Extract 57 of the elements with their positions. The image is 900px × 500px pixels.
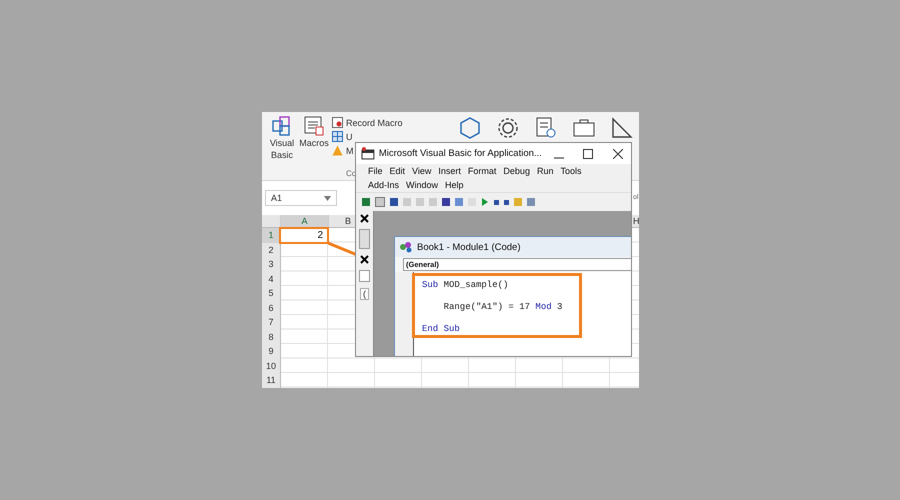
code-line: End Sub — [422, 324, 460, 334]
ribbon-button[interactable]: Macros — [298, 115, 330, 149]
row-header[interactable]: 5 — [262, 286, 280, 300]
menu-item[interactable]: Run — [536, 166, 554, 176]
gear-icon[interactable] — [496, 116, 520, 140]
menu-item[interactable]: Insert — [438, 166, 461, 176]
menu-item[interactable]: Window — [406, 180, 438, 190]
warning-icon[interactable] — [332, 145, 343, 156]
app-icon — [361, 147, 375, 160]
close-icon[interactable] — [360, 255, 369, 264]
record-icon[interactable] — [332, 117, 343, 128]
menu-item[interactable]: View — [412, 166, 432, 176]
column-header[interactable]: B — [345, 214, 352, 228]
row-header[interactable]: 6 — [262, 300, 280, 315]
close-icon[interactable] — [360, 214, 369, 223]
code-line: Sub MOD_sample() — [422, 280, 508, 290]
dropdown[interactable] — [359, 270, 370, 282]
document-gear-icon[interactable] — [534, 116, 558, 140]
column-header[interactable]: H — [633, 216, 639, 226]
column-header[interactable]: A — [281, 214, 329, 228]
highlighted-cell: 2 — [279, 227, 329, 244]
menu-item[interactable]: Format — [468, 166, 496, 176]
maximize-icon[interactable] — [583, 148, 594, 158]
play-icon[interactable] — [481, 198, 489, 206]
relative-references-command[interactable]: U — [346, 132, 352, 142]
record-macro-command[interactable]: Record Macro — [346, 118, 403, 128]
menu-item[interactable]: File — [368, 166, 383, 176]
code-line: Range("A1") = 17 Mod 3 — [442, 302, 562, 312]
caret-icon — [324, 196, 331, 200]
macro-security-command[interactable]: M — [346, 146, 354, 156]
row-header[interactable]: 10 — [262, 358, 280, 373]
row-header[interactable]: 11 — [262, 373, 280, 388]
table-icon[interactable] — [332, 131, 343, 142]
close-icon[interactable] — [613, 148, 624, 158]
row-header[interactable]: 7 — [262, 315, 280, 330]
menu-item[interactable]: Tools — [560, 166, 582, 176]
row-header[interactable]: 2 — [262, 242, 280, 257]
row-header[interactable]: 8 — [262, 330, 280, 344]
module-icon — [399, 241, 413, 253]
scrollbar[interactable] — [359, 229, 370, 249]
row-header[interactable]: 3 — [262, 257, 280, 272]
ruler-triangle-icon[interactable] — [610, 116, 634, 140]
menu-item[interactable]: Edit — [390, 166, 406, 176]
name-box[interactable]: A1 — [265, 190, 337, 206]
window-title: Book1 - Module1 (Code) — [417, 242, 520, 252]
ribbon-button[interactable]: Visual Basic — [265, 115, 299, 161]
code-editor[interactable]: Sub MOD_sample() Range("A1") = 17 Mod 3 End Sub — [395, 272, 631, 356]
row-header[interactable]: 4 — [262, 272, 280, 286]
panel-text: ( — [360, 288, 369, 300]
row-header[interactable]: 1 — [262, 228, 280, 242]
menu-item[interactable]: Debug — [503, 166, 530, 176]
window-title: Microsoft Visual Basic for Application... — [378, 148, 542, 159]
menu-item[interactable]: Add-Ins — [368, 180, 400, 190]
document-list-icon — [303, 115, 325, 137]
row-header[interactable]: 9 — [262, 344, 280, 358]
menu-item[interactable]: Help — [445, 180, 464, 190]
hexagon-icon[interactable] — [458, 116, 482, 140]
